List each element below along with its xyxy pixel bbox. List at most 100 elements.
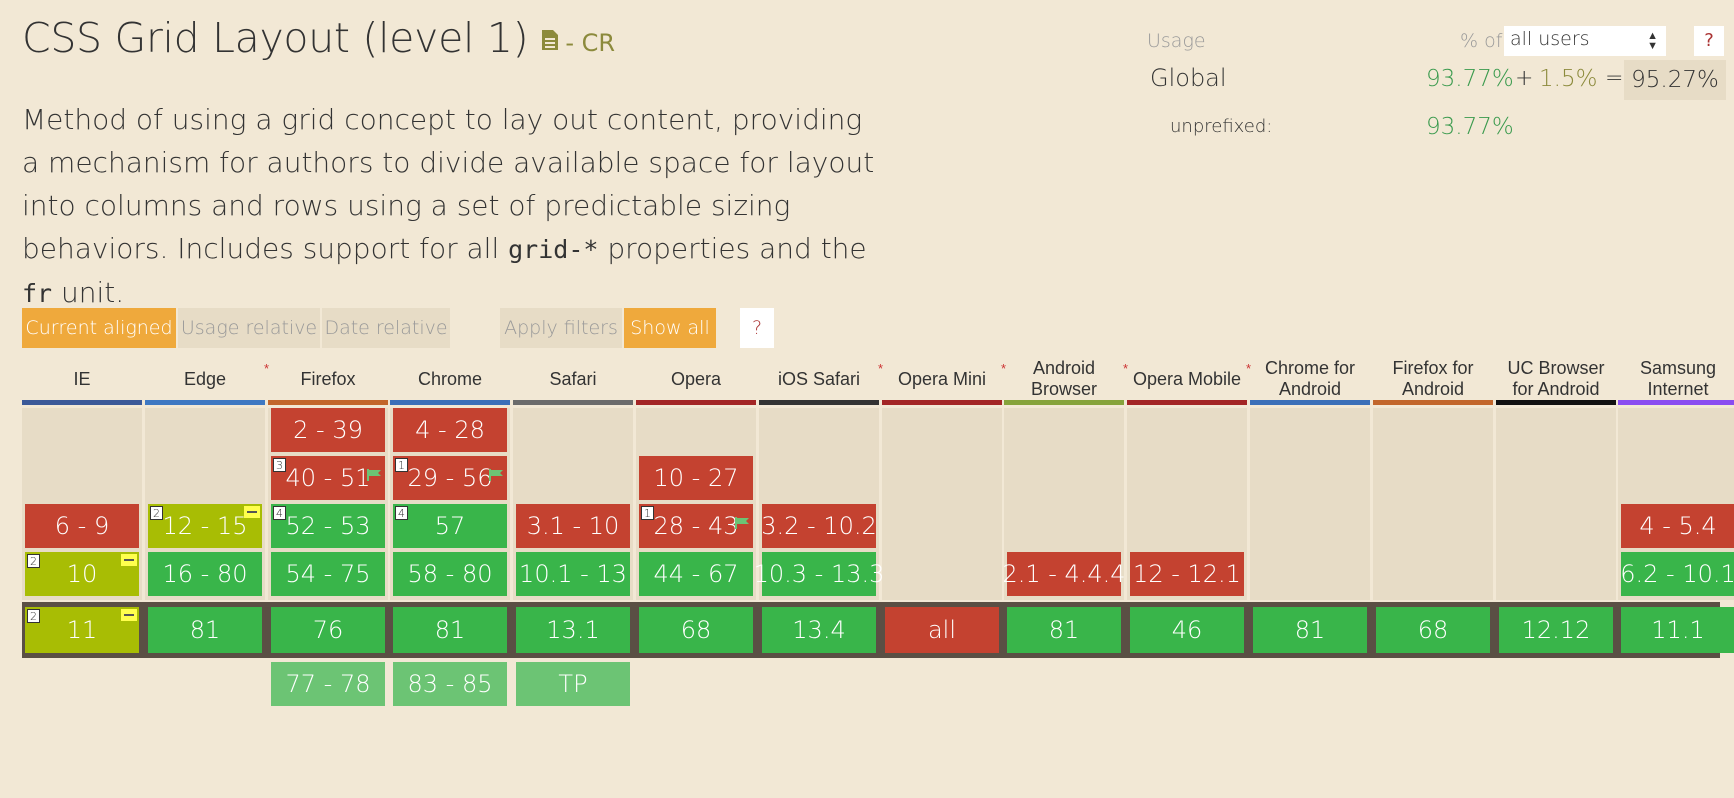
global-partial-support: 1.5%	[1539, 66, 1598, 92]
version-cell[interactable]: 81	[1253, 607, 1367, 653]
version-label: 83 - 85	[407, 670, 493, 698]
version-cell[interactable]: 10.1 - 13	[516, 552, 630, 596]
version-cell[interactable]: 3.2 - 10.2	[761, 504, 877, 548]
version-cell[interactable]: 46	[1130, 607, 1244, 653]
version-cell[interactable]: 57 4	[393, 504, 507, 548]
version-cell[interactable]: 68	[639, 607, 753, 653]
version-cell[interactable]: 11.1	[1621, 607, 1734, 653]
browser-header-chrome-for-android[interactable]: Chrome for Android	[1250, 356, 1370, 402]
select-arrows-icon: ▲ ▼	[1647, 29, 1658, 52]
version-cell[interactable]: 28 - 43 1	[639, 504, 753, 548]
version-cell[interactable]: 4 - 5.4	[1621, 504, 1734, 548]
user-scope-select[interactable]: all users ▲ ▼	[1504, 26, 1666, 56]
version-cell[interactable]: 10.3 - 13.3	[754, 552, 884, 596]
percent-of-label: % of	[1460, 30, 1503, 52]
description-code-grid: grid-*	[508, 235, 599, 264]
usage-relative-button[interactable]: Usage relative	[178, 308, 320, 348]
version-cell[interactable]: 2.1 - 4.4.4	[1002, 552, 1126, 596]
version-label: 12.12	[1521, 616, 1591, 644]
browser-header-ie[interactable]: IE	[22, 356, 142, 402]
browser-color-bar	[1250, 400, 1370, 405]
version-cell[interactable]: 52 - 53 4	[271, 504, 385, 548]
browser-header-android-browser[interactable]: Android Browser *	[1004, 356, 1128, 402]
browser-name: UC Browser for Android	[1507, 358, 1605, 399]
browser-header-chrome[interactable]: Chrome	[390, 356, 510, 402]
version-cell[interactable]: 76	[271, 607, 385, 653]
version-cell[interactable]: 13.1	[516, 607, 630, 653]
version-label: 76	[312, 616, 344, 644]
version-cell[interactable]: 81	[393, 607, 507, 653]
future-version-cell[interactable]: TP	[516, 662, 630, 706]
browser-header-uc-browser-for-android[interactable]: UC Browser for Android	[1496, 356, 1616, 402]
browser-header-firefox[interactable]: Firefox	[268, 356, 388, 402]
version-cell[interactable]: 10 2	[25, 552, 139, 596]
version-cell[interactable]: 44 - 67	[639, 552, 753, 596]
browser-header-opera[interactable]: Opera	[636, 356, 756, 402]
browser-header-firefox-for-android[interactable]: Firefox for Android	[1373, 356, 1493, 402]
plus-sign: +	[1515, 66, 1534, 91]
version-cell[interactable]: 29 - 56 1	[393, 456, 507, 500]
future-version-cell[interactable]: 77 - 78	[271, 662, 385, 706]
version-cell[interactable]: 4 - 28	[393, 408, 507, 452]
current-aligned-button[interactable]: Current aligned	[22, 308, 176, 348]
spec-status[interactable]: - CR	[565, 29, 615, 57]
version-label: 11	[66, 616, 98, 644]
note-number-badge: 1	[395, 458, 408, 472]
browser-header-samsung-internet[interactable]: Samsung Internet	[1618, 356, 1734, 402]
description-text-3: unit.	[52, 276, 125, 309]
version-label: 81	[1048, 616, 1080, 644]
browser-color-bar	[1496, 400, 1616, 405]
version-label: 40 - 51	[285, 464, 371, 492]
browser-color-bar	[1127, 400, 1247, 405]
version-cell[interactable]: 54 - 75	[271, 552, 385, 596]
browser-column-background	[882, 408, 1002, 600]
version-cell[interactable]: 11 2	[25, 607, 139, 653]
version-label: 13.4	[792, 616, 846, 644]
version-cell[interactable]: 68	[1376, 607, 1490, 653]
version-label: 4 - 28	[415, 416, 485, 444]
version-cell[interactable]: all	[885, 607, 999, 653]
browser-column-background	[1250, 408, 1370, 600]
usage-help-button[interactable]: ?	[1694, 26, 1724, 56]
version-cell[interactable]: 6.2 - 10.1	[1620, 552, 1734, 596]
usage-label: Usage	[1147, 30, 1206, 52]
page-title-row: CSS Grid Layout (level 1) - CR	[22, 14, 615, 62]
browser-color-bar	[882, 400, 1002, 405]
version-label: 2 - 39	[293, 416, 363, 444]
browser-name: Chrome for Android	[1264, 358, 1356, 399]
show-all-button[interactable]: Show all	[624, 308, 716, 348]
browser-header-ios-safari[interactable]: iOS Safari *	[759, 356, 883, 402]
version-cell[interactable]: 12 - 15 2	[148, 504, 262, 548]
version-cell[interactable]: 13.4	[762, 607, 876, 653]
page-title: CSS Grid Layout (level 1)	[22, 14, 529, 62]
browser-header-opera-mobile[interactable]: Opera Mobile *	[1127, 356, 1251, 402]
version-cell[interactable]: 6 - 9	[25, 504, 139, 548]
usage-panel: Usage % of all users ▲ ▼ ? Global 93.77% …	[1130, 20, 1730, 150]
version-cell[interactable]: 16 - 80	[148, 552, 262, 596]
browser-color-bar	[1618, 400, 1734, 405]
global-full-support: 93.77%	[1426, 66, 1514, 92]
browser-header-edge[interactable]: Edge *	[145, 356, 269, 402]
partial-support-icon	[121, 609, 137, 621]
browser-color-bar	[636, 400, 756, 405]
version-cell[interactable]: 12.12	[1499, 607, 1613, 653]
version-cell[interactable]: 40 - 51 3	[271, 456, 385, 500]
browser-header-safari[interactable]: Safari	[513, 356, 633, 402]
version-label: 10 - 27	[653, 464, 739, 492]
version-cell[interactable]: 12 - 12.1	[1130, 552, 1244, 596]
document-icon[interactable]	[541, 29, 559, 55]
apply-filters-button[interactable]: Apply filters	[500, 308, 622, 348]
browser-header-opera-mini[interactable]: Opera Mini *	[882, 356, 1006, 402]
future-version-cell[interactable]: 83 - 85	[393, 662, 507, 706]
version-cell[interactable]: 81	[148, 607, 262, 653]
note-number-badge: 4	[273, 506, 286, 520]
version-cell[interactable]: 2 - 39	[271, 408, 385, 452]
version-cell[interactable]: 58 - 80	[393, 552, 507, 596]
filters-help-button[interactable]: ?	[740, 308, 774, 348]
date-relative-button[interactable]: Date relative	[322, 308, 450, 348]
browser-name: iOS Safari	[777, 368, 861, 389]
unprefixed-label: unprefixed:	[1170, 116, 1273, 137]
version-cell[interactable]: 10 - 27	[639, 456, 753, 500]
version-cell[interactable]: 3.1 - 10	[516, 504, 630, 548]
version-cell[interactable]: 81	[1007, 607, 1121, 653]
